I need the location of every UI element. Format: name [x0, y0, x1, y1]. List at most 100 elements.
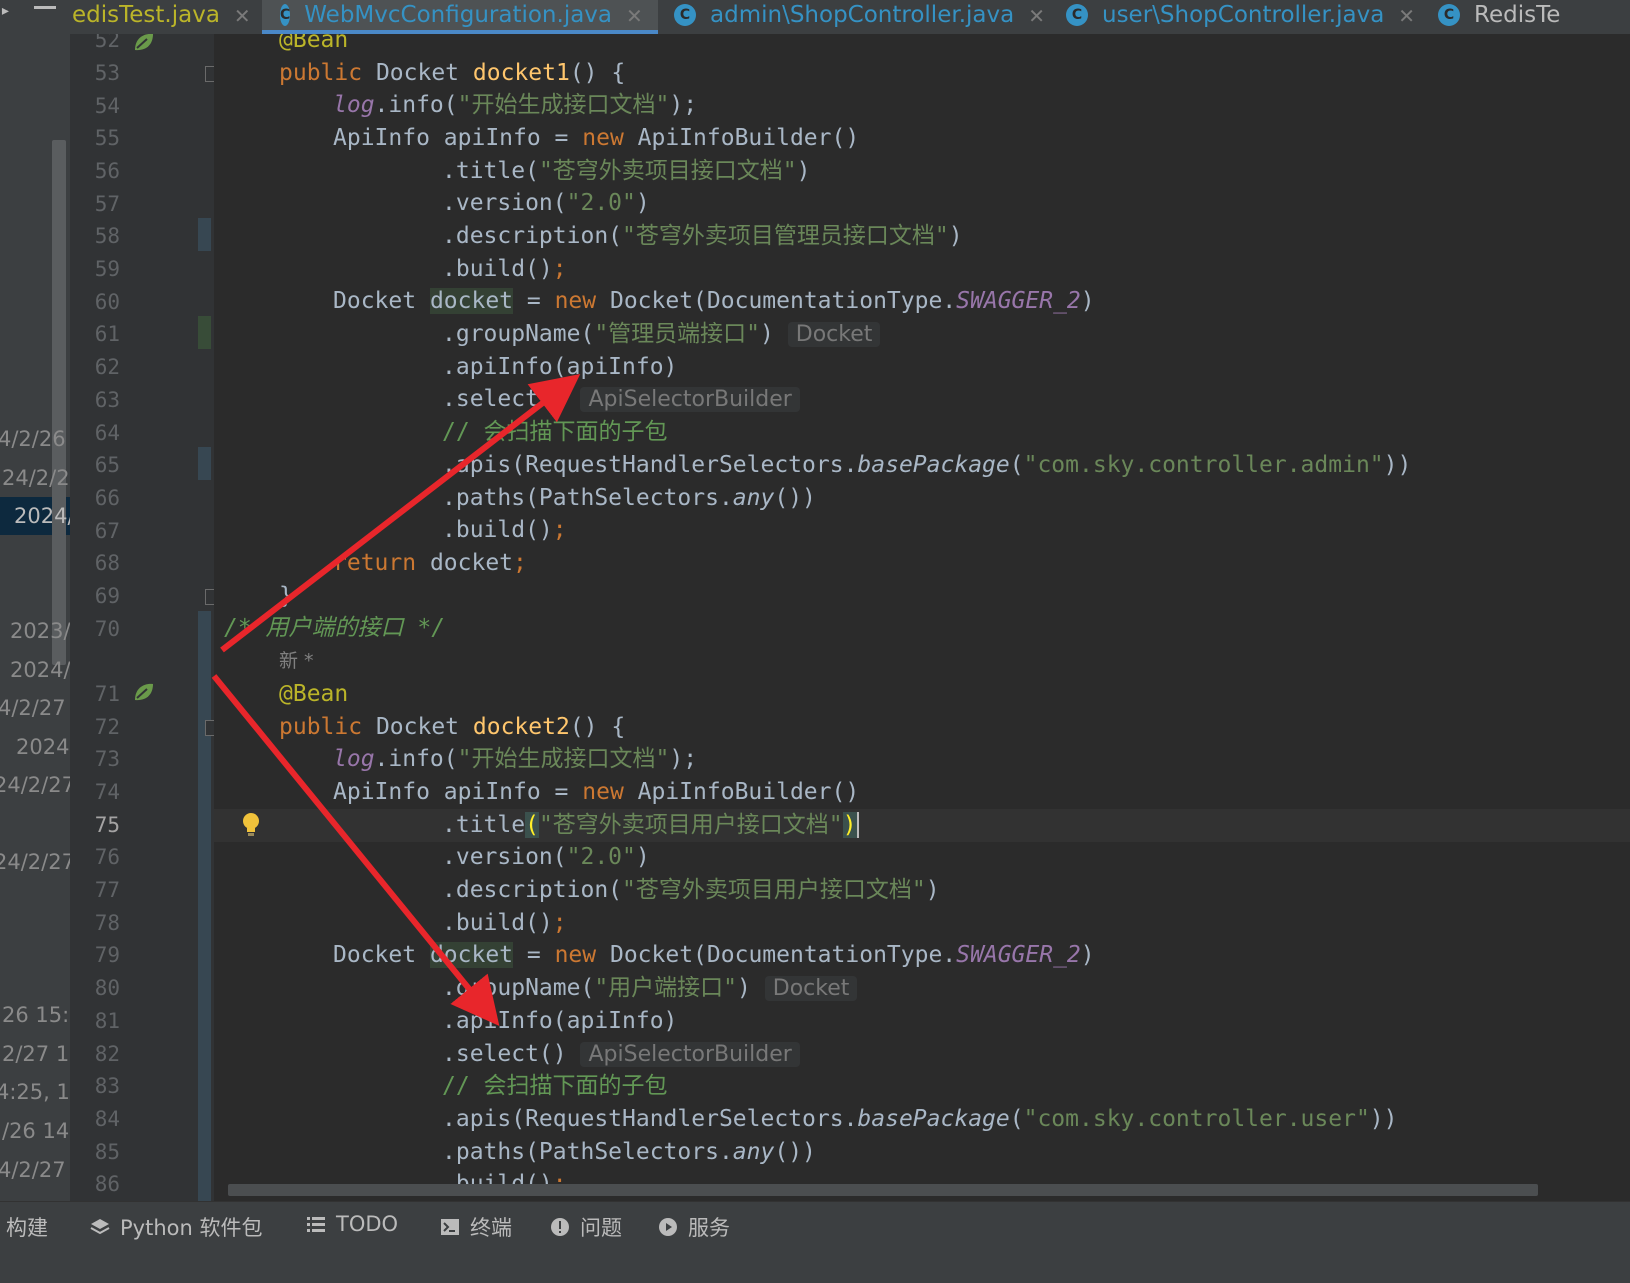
history-date: 4/2/26 — [0, 427, 66, 451]
code-line-76: .version("2.0") — [442, 844, 650, 870]
history-date: 2023/ — [10, 619, 70, 643]
inlay-type-hint: Docket — [787, 322, 881, 347]
class-icon: C — [1438, 4, 1460, 26]
code-line-56: .title("苍穹外卖项目接口文档") — [442, 158, 811, 184]
close-icon[interactable]: ✕ — [1398, 4, 1415, 28]
terminal-icon — [441, 1219, 459, 1235]
code-line-70: /* 用户端的接口 */ — [224, 615, 446, 641]
close-icon[interactable]: ✕ — [626, 4, 643, 28]
editor-tab-bar: ▸ edisTest.java ✕ C WebMvcConfiguration.ja… — [0, 0, 1630, 35]
code-editor[interactable]: @Bean public Docket docket1() { log.info… — [214, 34, 1630, 1201]
class-icon: C — [674, 4, 696, 26]
line-number: 66 — [94, 486, 120, 510]
line-number: 52 — [94, 34, 120, 52]
line-number: 73 — [94, 747, 120, 771]
tab-redistemplate[interactable]: C RedisTe — [1438, 0, 1560, 34]
tab-webmvcconfiguration[interactable]: C WebMvcConfiguration.java ✕ — [262, 0, 658, 34]
line-number: 78 — [94, 911, 120, 935]
line-number: 81 — [94, 1009, 120, 1033]
code-line-69: } — [279, 583, 293, 609]
line-number: 64 — [94, 421, 120, 445]
code-line-57: .version("2.0") — [442, 190, 650, 216]
line-number: 57 — [94, 192, 120, 216]
spring-bean-icon[interactable] — [132, 34, 156, 54]
problems-button[interactable]: 问题 — [550, 1212, 622, 1242]
tab-scroll-arrow-icon[interactable]: ▸ — [0, 0, 11, 21]
code-line-63: .select() ApiSelectorBuilder — [442, 383, 800, 416]
vcs-modified-marker[interactable] — [198, 611, 211, 1201]
lightbulb-icon[interactable] — [242, 812, 260, 838]
line-number-current: 75 — [94, 813, 120, 837]
build-button[interactable]: 构建 — [6, 1212, 48, 1242]
line-number: 86 — [94, 1172, 120, 1196]
line-number: 74 — [94, 780, 120, 804]
close-icon[interactable]: ✕ — [234, 4, 251, 28]
code-line-54: log.info("开始生成接口文档"); — [333, 92, 698, 118]
inlay-type-hint: ApiSelectorBuilder — [580, 1042, 800, 1067]
line-number: 71 — [94, 682, 120, 706]
minimize-icon[interactable] — [34, 0, 58, 34]
code-line-68: return docket; — [333, 550, 527, 576]
spring-bean-icon[interactable] — [132, 680, 156, 704]
history-date: 24/2/2 — [2, 466, 70, 490]
code-line-60: Docket docket = new Docket(Documentation… — [333, 288, 1095, 314]
code-line-55: ApiInfo apiInfo = new ApiInfoBuilder() — [333, 125, 860, 151]
line-number: 65 — [94, 453, 120, 477]
history-date: 2024/ — [10, 658, 70, 682]
line-number: 67 — [94, 519, 120, 543]
code-line-65: .apis(RequestHandlerSelectors.basePackag… — [442, 452, 1412, 478]
vcs-modified-marker[interactable] — [198, 447, 211, 480]
play-icon — [659, 1218, 677, 1236]
history-date: 26 15:0 — [2, 1003, 70, 1027]
class-icon: C — [1066, 4, 1088, 26]
inlay-type-hint: ApiSelectorBuilder — [580, 387, 800, 412]
code-vision-author[interactable]: 新 * — [279, 645, 314, 678]
current-line-highlight — [214, 809, 1630, 842]
tab-user-shopcontroller[interactable]: Cuser\ShopController.java ✕ — [1066, 0, 1415, 34]
line-number: 69 — [94, 584, 120, 608]
terminal-label: 终端 — [470, 1216, 512, 1240]
tab-label: admin\ShopController.java — [710, 2, 1015, 28]
tab-label: edisTest.java — [72, 2, 220, 28]
code-line-62: .apiInfo(apiInfo) — [442, 354, 678, 380]
line-number: 85 — [94, 1140, 120, 1164]
horizontal-scrollbar[interactable] — [228, 1184, 1538, 1196]
line-number: 80 — [94, 976, 120, 1000]
python-packages-button[interactable]: Python 软件包 — [90, 1212, 262, 1242]
code-line-85: .paths(PathSelectors.any()) — [442, 1139, 816, 1165]
vertical-scrollbar[interactable] — [52, 140, 66, 665]
vcs-modified-marker[interactable] — [198, 218, 211, 251]
fold-icon[interactable] — [205, 589, 214, 605]
code-line-75: .title("苍穹外卖项目用户接口文档") — [442, 812, 859, 838]
line-number: 54 — [94, 94, 120, 118]
history-date: 24/2/27 — [0, 773, 70, 797]
terminal-button[interactable]: 终端 — [440, 1212, 512, 1242]
line-number: 55 — [94, 126, 120, 150]
code-line-82: .select() ApiSelectorBuilder — [442, 1038, 800, 1071]
vcs-added-marker[interactable] — [198, 316, 211, 349]
tab-redistest[interactable]: edisTest.java ✕ — [72, 0, 251, 34]
code-line-81: .apiInfo(apiInfo) — [442, 1008, 678, 1034]
fold-icon[interactable] — [205, 66, 214, 82]
services-button[interactable]: 服务 — [658, 1212, 730, 1242]
code-line-72: public Docket docket2() { — [279, 714, 626, 740]
todo-button[interactable]: TODO — [306, 1212, 398, 1236]
tool-window-bar: 构建 Python 软件包 TODO 终端 问题 服务 — [0, 1201, 1630, 1283]
line-number: 79 — [94, 943, 120, 967]
layers-icon — [90, 1219, 110, 1235]
fold-icon[interactable] — [205, 720, 214, 736]
code-line-64: // 会扫描下面的子包 — [442, 419, 668, 445]
warning-icon — [551, 1218, 569, 1236]
history-date: 2/27 14 — [2, 1042, 70, 1066]
line-number: 58 — [94, 224, 120, 248]
list-icon — [307, 1217, 325, 1232]
inlay-type-hint: Docket — [764, 976, 858, 1001]
tab-admin-shopcontroller[interactable]: Cadmin\ShopController.java ✕ — [674, 0, 1045, 34]
line-number: 77 — [94, 878, 120, 902]
line-number: 72 — [94, 715, 120, 739]
line-number: 61 — [94, 322, 120, 346]
code-line-79: Docket docket = new Docket(Documentation… — [333, 942, 1095, 968]
line-number: 56 — [94, 159, 120, 183]
tab-label: RedisTe — [1474, 2, 1561, 28]
close-icon[interactable]: ✕ — [1028, 4, 1045, 28]
